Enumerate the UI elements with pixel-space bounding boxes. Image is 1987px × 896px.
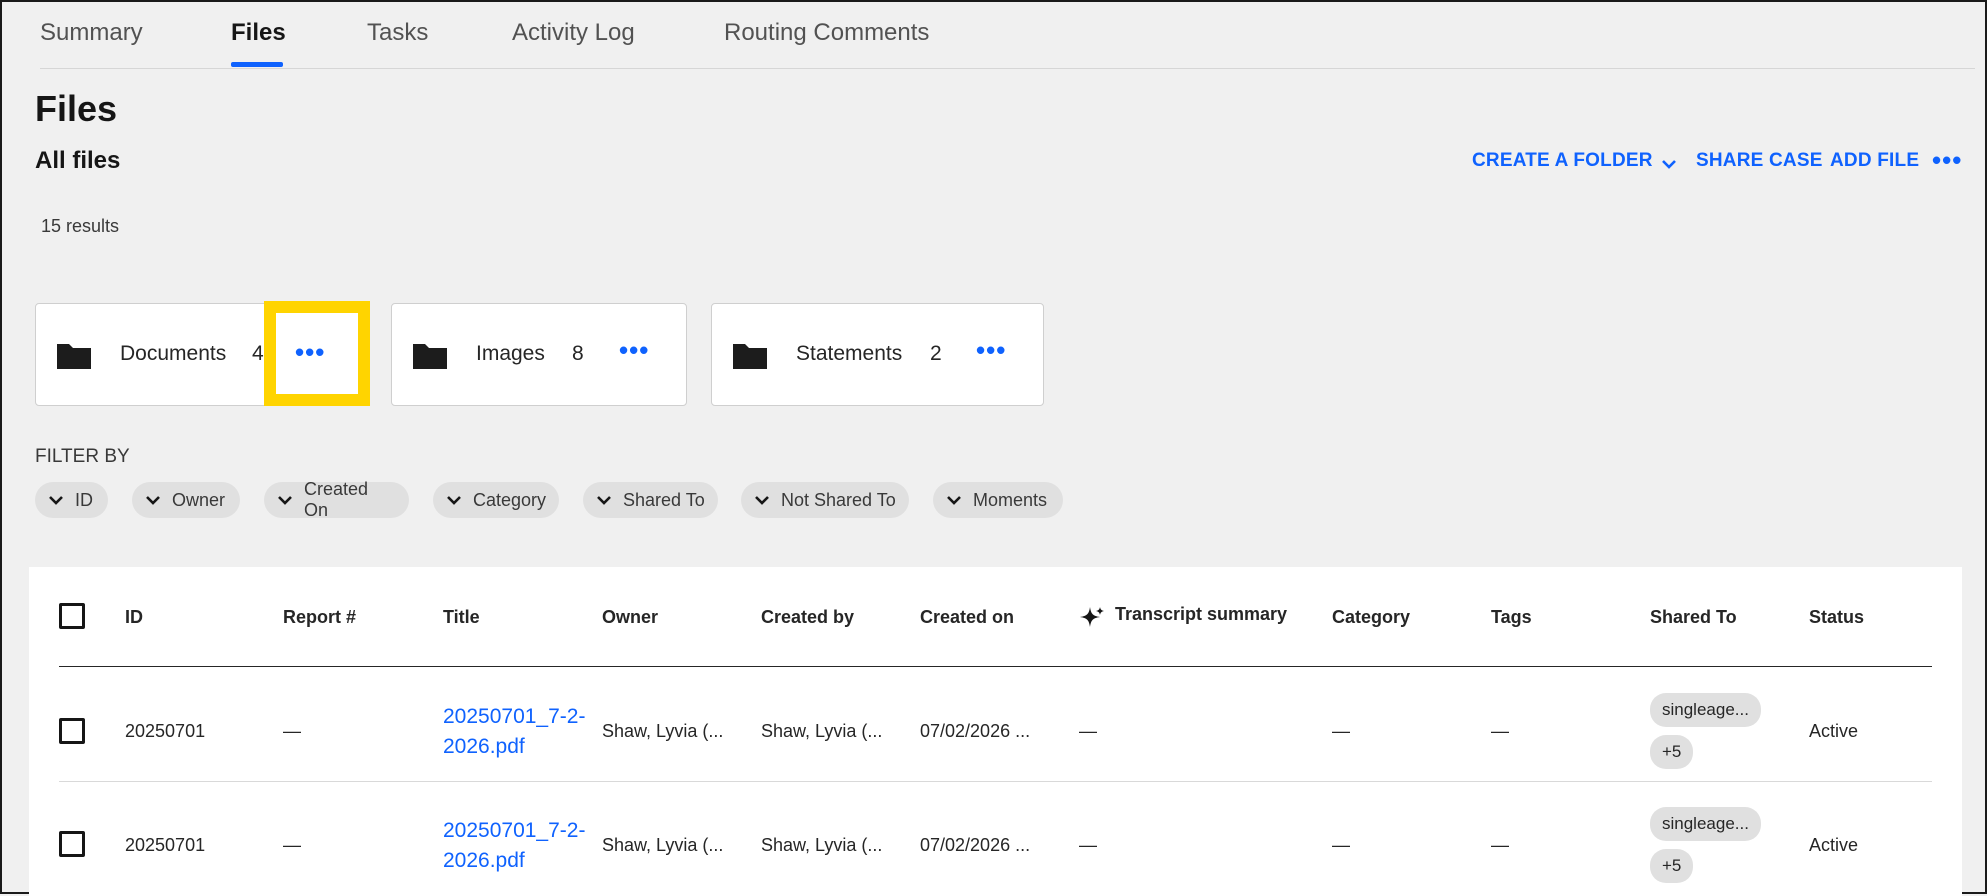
active-tab-indicator bbox=[231, 62, 283, 67]
tab-activity-log[interactable]: Activity Log bbox=[512, 18, 635, 48]
column-header-status[interactable]: Status bbox=[1809, 607, 1864, 628]
cell-id: 20250701 bbox=[125, 835, 206, 855]
chevron-down-icon bbox=[146, 496, 160, 505]
overflow-menu-icon[interactable]: ••• bbox=[976, 337, 1006, 363]
chevron-down-icon bbox=[597, 496, 611, 505]
tab-summary[interactable]: Summary bbox=[40, 18, 143, 48]
folder-name: Documents bbox=[120, 342, 227, 365]
file-title-link[interactable]: 20250701_7-2-2026.pdf bbox=[443, 702, 593, 762]
create-folder-button[interactable]: CREATE A FOLDER bbox=[1472, 150, 1653, 172]
cell-status: Active bbox=[1809, 835, 1859, 855]
cell-created-on: 07/02/2026 ... bbox=[920, 721, 1031, 741]
cell-report: — bbox=[283, 835, 301, 855]
tab-tasks[interactable]: Tasks bbox=[367, 18, 428, 48]
cell-tags: — bbox=[1491, 835, 1509, 855]
filter-chip-label: Shared To bbox=[623, 489, 705, 510]
cell-tags: — bbox=[1491, 721, 1509, 741]
page-title: Files bbox=[35, 88, 118, 129]
sparkle-icon bbox=[1080, 607, 1104, 627]
filter-chip-label: Not Shared To bbox=[781, 489, 896, 510]
chevron-down-icon bbox=[947, 496, 961, 505]
cell-owner: Shaw, Lyvia (... bbox=[602, 721, 724, 741]
tab-routing-comments[interactable]: Routing Comments bbox=[724, 18, 929, 48]
filter-chip-id[interactable]: ID bbox=[35, 482, 108, 518]
folder-count: 4 bbox=[252, 342, 264, 365]
shared-to-tag[interactable]: singleage... bbox=[1650, 693, 1761, 727]
section-subtitle: All files bbox=[35, 147, 121, 174]
folder-icon bbox=[57, 344, 91, 369]
column-header-title[interactable]: Title bbox=[443, 607, 480, 628]
column-header-transcript-summary[interactable]: Transcript summary bbox=[1115, 604, 1287, 625]
filter-chip-shared-to[interactable]: Shared To bbox=[583, 482, 718, 518]
folder-icon bbox=[733, 344, 767, 369]
chevron-down-icon bbox=[49, 496, 63, 505]
cell-created-on: 07/02/2026 ... bbox=[920, 835, 1031, 855]
cell-owner: Shaw, Lyvia (... bbox=[602, 835, 724, 855]
filter-by-label: FILTER BY bbox=[35, 446, 130, 467]
select-all-checkbox[interactable] bbox=[59, 603, 85, 629]
cell-created-by: Shaw, Lyvia (... bbox=[761, 721, 883, 741]
overflow-menu-icon[interactable]: ••• bbox=[1932, 147, 1962, 173]
folder-count: 8 bbox=[572, 342, 584, 365]
filter-chip-category[interactable]: Category bbox=[433, 482, 559, 518]
share-case-button[interactable]: SHARE CASE bbox=[1696, 150, 1823, 172]
overflow-menu-icon[interactable]: ••• bbox=[295, 339, 325, 365]
highlighted-overflow-menu[interactable]: ••• bbox=[264, 301, 370, 406]
cell-transcript-summary: — bbox=[1079, 835, 1097, 855]
cell-report: — bbox=[283, 721, 301, 741]
cell-category: — bbox=[1332, 835, 1350, 855]
chevron-down-icon bbox=[278, 496, 292, 505]
row-divider bbox=[59, 781, 1932, 782]
column-header-created-by[interactable]: Created by bbox=[761, 607, 854, 628]
column-header-shared-to[interactable]: Shared To bbox=[1650, 607, 1737, 628]
shared-to-more-tag[interactable]: +5 bbox=[1650, 849, 1694, 883]
chevron-down-icon[interactable] bbox=[1658, 153, 1680, 175]
filter-chip-created-on[interactable]: Created On bbox=[264, 479, 409, 520]
overflow-menu-icon[interactable]: ••• bbox=[619, 337, 649, 363]
filter-chip-not-shared-to[interactable]: Not Shared To bbox=[741, 482, 909, 518]
row-checkbox[interactable] bbox=[59, 718, 85, 744]
column-header-owner[interactable]: Owner bbox=[602, 607, 658, 628]
filter-chip-label: ID bbox=[75, 489, 93, 510]
cell-id: 20250701 bbox=[125, 721, 206, 741]
cell-created-by: Shaw, Lyvia (... bbox=[761, 835, 883, 855]
table-header-divider bbox=[59, 666, 1932, 667]
tab-bar: Summary Files Tasks Activity Log Routing… bbox=[2, 2, 1987, 69]
column-header-tags[interactable]: Tags bbox=[1491, 607, 1532, 628]
shared-to-more-tag[interactable]: +5 bbox=[1650, 735, 1694, 769]
folder-card-images[interactable]: Images 8 ••• bbox=[391, 303, 687, 406]
cell-status: Active bbox=[1809, 721, 1859, 741]
filter-chip-label: Created On bbox=[303, 479, 369, 520]
column-header-category[interactable]: Category bbox=[1332, 607, 1410, 628]
filter-chip-label: Owner bbox=[172, 489, 226, 510]
column-header-report[interactable]: Report # bbox=[283, 607, 356, 628]
filter-chip-owner[interactable]: Owner bbox=[132, 482, 240, 518]
row-checkbox[interactable] bbox=[59, 831, 85, 857]
results-count: 15 results bbox=[41, 216, 120, 236]
file-title-link[interactable]: 20250701_7-2-2026.pdf bbox=[443, 816, 593, 876]
tab-files[interactable]: Files bbox=[231, 18, 286, 48]
chevron-down-icon bbox=[447, 496, 461, 505]
chevron-down-icon bbox=[755, 496, 769, 505]
folder-card-statements[interactable]: Statements 2 ••• bbox=[711, 303, 1044, 406]
cell-transcript-summary: — bbox=[1079, 721, 1097, 741]
folder-name: Images bbox=[476, 342, 545, 365]
folder-count: 2 bbox=[930, 342, 942, 365]
tabs-divider bbox=[40, 68, 1975, 69]
folder-name: Statements bbox=[796, 342, 903, 365]
shared-to-tag[interactable]: singleage... bbox=[1650, 807, 1761, 841]
filter-chip-label: Moments bbox=[973, 489, 1048, 510]
column-header-created-on[interactable]: Created on bbox=[920, 607, 1014, 628]
cell-category: — bbox=[1332, 721, 1350, 741]
filter-chip-moments[interactable]: Moments bbox=[933, 482, 1063, 518]
folder-icon bbox=[413, 344, 447, 369]
column-header-id[interactable]: ID bbox=[125, 607, 143, 628]
add-file-button[interactable]: ADD FILE bbox=[1830, 150, 1919, 172]
filter-chip-label: Category bbox=[473, 489, 547, 510]
